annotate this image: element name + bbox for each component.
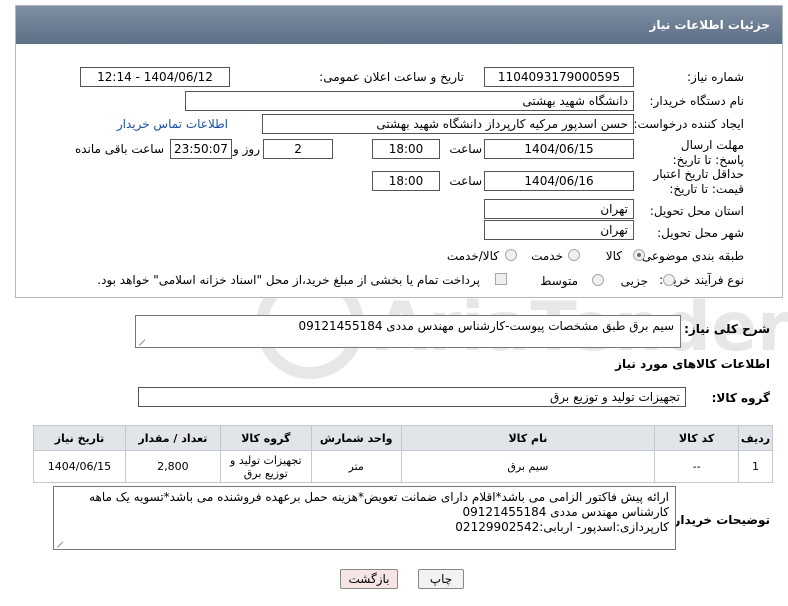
remaining-label: ساعت باقی مانده (74, 142, 164, 156)
col-code: کد کالا (654, 425, 740, 451)
col-unit: واحد شمارش (310, 425, 402, 451)
process-radio-medium[interactable] (592, 274, 604, 286)
col-row: ردیف (738, 425, 773, 451)
reply-time-label: ساعت (449, 142, 482, 156)
price-time-field: 18:00 (372, 171, 440, 191)
announce-label: تاریخ و ساعت اعلان عمومی: (319, 70, 464, 84)
buyer-org-label: نام دستگاه خریدار: (649, 94, 745, 108)
creator-field: حسن اسدپور مرکیه کارپرداز دانشگاه شهید ب… (262, 114, 634, 134)
summary-label: شرح کلی نیاز: (684, 322, 770, 336)
buyer-notes-line-1: ارائه پیش فاکتور الزامی می باشد*اقلام دا… (89, 490, 669, 504)
reply-date-field: 1404/06/15 (484, 139, 634, 159)
treasury-payment-checkbox[interactable] (495, 273, 507, 285)
category-option-goods: کالا (605, 249, 622, 263)
goods-group-field: تجهیزات تولید و توزیع برق (138, 387, 686, 407)
category-radio-service[interactable] (568, 249, 580, 261)
goods-table: ردیف کد کالا نام کالا واحد شمارش گروه کا… (33, 425, 773, 483)
cell-row: 1 (738, 450, 773, 483)
reply-deadline-label: مهلت ارسال پاسخ: تا تاریخ: (672, 138, 744, 167)
col-qty: تعداد / مقدار (124, 425, 221, 451)
print-button[interactable]: چاپ (418, 569, 464, 589)
cell-group: تجهیزات تولید و توزیع برق (219, 450, 312, 483)
cell-unit: متر (310, 450, 402, 483)
city-field: تهران (484, 220, 634, 240)
need-number-label: شماره نیاز: (687, 70, 744, 84)
category-option-both: کالا/خدمت (446, 249, 499, 263)
buyer-org-field: دانشگاه شهید بهشتی (185, 91, 634, 111)
page-title: جزئیات اطلاعات نیاز (649, 18, 770, 32)
province-field: تهران (484, 199, 634, 219)
price-date-field: 1404/06/16 (484, 171, 634, 191)
resize-handle-icon[interactable] (139, 339, 151, 347)
remaining-time-field: 23:50:07 (170, 139, 232, 159)
summary-textarea[interactable]: سیم برق طبق مشخصات پیوست-کارشناس مهندس م… (135, 315, 681, 348)
days-field: 2 (263, 139, 333, 159)
creator-label: ایجاد کننده درخواست: (633, 117, 744, 131)
cell-qty: 2,800 (124, 450, 221, 483)
category-radio-both[interactable] (505, 249, 517, 261)
table-header-row: ردیف کد کالا نام کالا واحد شمارش گروه کا… (33, 425, 773, 451)
col-date: تاریخ نیاز (33, 425, 126, 451)
city-label: شهر محل تحویل: (657, 226, 744, 240)
back-button[interactable]: بازگشت (340, 569, 398, 589)
summary-text: سیم برق طبق مشخصات پیوست-کارشناس مهندس م… (298, 319, 675, 333)
price-validity-label: حداقل تاریخ اعتبار قیمت: تا تاریخ: (653, 167, 744, 196)
col-group: گروه کالا (219, 425, 312, 451)
price-time-label: ساعت (449, 174, 482, 188)
buyer-notes-line-3: کارپردازی:اسدپور- اربابی:02129902542 (455, 520, 669, 534)
process-radio-minor[interactable] (663, 274, 675, 286)
announce-field: 1404/06/12 - 12:14 (80, 67, 230, 87)
col-name: نام کالا (400, 425, 656, 451)
buyer-notes-textarea[interactable]: ارائه پیش فاکتور الزامی می باشد*اقلام دا… (53, 486, 676, 550)
province-label: استان محل تحویل: (649, 204, 744, 218)
goods-group-label: گروه کالا: (711, 391, 770, 405)
process-option-minor: جزیی (620, 274, 648, 288)
payment-note: پرداخت تمام یا بخشی از مبلغ خرید،از محل … (97, 273, 480, 287)
goods-section-title: اطلاعات کالاهای مورد نیاز (615, 357, 770, 371)
cell-name: سیم برق (400, 450, 656, 483)
cell-code: -- (654, 450, 740, 483)
resize-handle-icon[interactable] (57, 541, 69, 549)
need-number-field: 1104093179000595 (484, 67, 634, 87)
days-label: روز و (233, 142, 260, 156)
buyer-contact-link[interactable]: اطلاعات تماس خریدار (117, 117, 228, 131)
buyer-notes-line-2: کارشناس مهندس مددی 09121455184 (462, 505, 669, 519)
category-option-service: خدمت (531, 249, 563, 263)
cell-date: 1404/06/15 (33, 450, 126, 483)
category-label: طبقه بندی موضوعی: (637, 249, 744, 263)
panel-header: جزئیات اطلاعات نیاز (16, 6, 782, 44)
process-option-medium: متوسط (540, 274, 578, 288)
buyer-notes-label: توضیحات خریدار: (668, 513, 770, 527)
table-row[interactable]: 1 -- سیم برق متر تجهیزات تولید و توزیع ب… (33, 450, 773, 483)
reply-time-field: 18:00 (372, 139, 440, 159)
category-radio-goods[interactable] (633, 249, 645, 261)
